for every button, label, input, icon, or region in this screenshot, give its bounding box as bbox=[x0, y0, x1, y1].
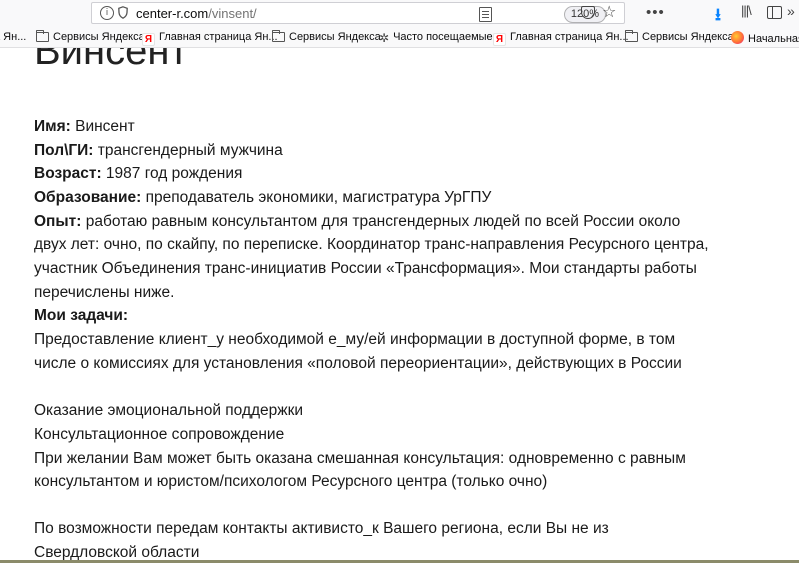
page-actions-icon[interactable]: ••• bbox=[646, 4, 665, 21]
bookmark-item[interactable]: Начальная bbox=[731, 31, 799, 45]
profile-gender: Пол\ГИ: трансгендерный мужчина bbox=[34, 139, 734, 163]
task-text: Предоставление клиент_у необходимой е_му… bbox=[34, 331, 676, 348]
firefox-icon bbox=[731, 31, 744, 44]
gender-value: трансгендерный мужчина bbox=[93, 142, 283, 159]
tasks-label: Мои задачи: bbox=[34, 307, 129, 324]
bookmark-label: Главная страница Ян... bbox=[159, 31, 278, 43]
bookmark-star-icon[interactable]: ☆ bbox=[602, 2, 616, 21]
education-value: преподаватель экономики, магистратура Ур… bbox=[141, 189, 492, 206]
bookmark-item[interactable]: Сервисы Яндекса bbox=[36, 30, 145, 43]
task-text: При желании Вам может быть оказана смеша… bbox=[34, 450, 686, 467]
bookmark-item[interactable]: Я Главная страница Ян... bbox=[493, 31, 629, 46]
bookmark-label: а Ян... bbox=[0, 31, 27, 43]
url-bar[interactable]: i center-r.com/vinsent/ 120% ••• bbox=[91, 2, 664, 24]
yandex-icon: Я bbox=[142, 33, 155, 46]
bookmark-label: Часто посещаемые bbox=[393, 31, 493, 43]
bookmark-item[interactable]: Сервисы Яндекса bbox=[625, 30, 734, 43]
nav-toolbar: i center-r.com/vinsent/ 120% ••• ☆ ⭳ |||… bbox=[0, 0, 799, 28]
name-label: Имя: bbox=[34, 118, 71, 135]
education-label: Образование: bbox=[34, 189, 142, 206]
task-text: Оказание эмоциональной поддержки bbox=[34, 402, 304, 419]
profile-name: Имя: Винсент bbox=[34, 115, 734, 139]
experience-text: работаю равным консультантом для трансге… bbox=[81, 213, 681, 230]
reader-view-icon[interactable] bbox=[479, 7, 492, 22]
folder-icon bbox=[272, 30, 285, 42]
sidebar-icon[interactable] bbox=[767, 6, 782, 19]
bookmark-item[interactable]: Сервисы Яндекса bbox=[272, 30, 381, 43]
name-value: Винсент bbox=[70, 118, 135, 135]
experience-text: участник Объединения транс-инициатив Рос… bbox=[34, 260, 697, 277]
experience-text: перечислены ниже. bbox=[34, 284, 175, 301]
url-host: center-r.com bbox=[136, 6, 209, 21]
profile-experience: Опыт: работаю равным консультантом для т… bbox=[34, 210, 734, 234]
folder-icon bbox=[625, 30, 638, 42]
bookmark-label: Сервисы Яндекса bbox=[289, 31, 381, 43]
gear-icon: ✲ bbox=[379, 31, 390, 45]
task-text: Консультационное сопровождение bbox=[34, 426, 285, 443]
tasks-heading: Мои задачи: bbox=[34, 304, 734, 328]
bookmarks-toolbar: а Ян... Сервисы Яндекса Я Главная страниц… bbox=[0, 28, 799, 48]
site-info-icon[interactable]: i bbox=[100, 6, 114, 20]
download-icon[interactable]: ⭳ bbox=[715, 2, 721, 24]
gender-label: Пол\ГИ: bbox=[34, 142, 94, 159]
experience-text: двух лет: очно, по скайпу, по переписке.… bbox=[34, 236, 709, 253]
folder-icon bbox=[36, 30, 49, 42]
task-text: По возможности передам контакты активист… bbox=[34, 520, 609, 537]
age-value: 1987 год рождения bbox=[101, 165, 243, 182]
url-text[interactable]: center-r.com/vinsent/ bbox=[136, 6, 257, 21]
bookmark-item[interactable]: Я Главная страница Ян... bbox=[142, 31, 278, 46]
overflow-menu-icon[interactable]: » bbox=[787, 3, 795, 19]
experience-label: Опыт: bbox=[34, 213, 82, 230]
url-path: /vinsent/ bbox=[208, 6, 257, 21]
task-text: консультантом и юристом/психологом Ресур… bbox=[34, 473, 548, 490]
tracking-shield-icon[interactable] bbox=[118, 6, 128, 19]
bookmark-label: Начальная bbox=[748, 33, 799, 45]
yandex-icon: Я bbox=[493, 33, 506, 46]
library-icon[interactable]: |||\ bbox=[741, 3, 752, 19]
profile-education: Образование: преподаватель экономики, ма… bbox=[34, 186, 734, 210]
bookmark-label: Сервисы Яндекса bbox=[53, 31, 145, 43]
profile-age: Возраст: 1987 год рождения bbox=[34, 162, 734, 186]
age-label: Возраст: bbox=[34, 165, 102, 182]
bookmark-item[interactable]: ✲ Часто посещаемые bbox=[379, 31, 493, 45]
bookmark-label: Сервисы Яндекса bbox=[642, 31, 734, 43]
bookmark-item[interactable]: а Ян... bbox=[0, 31, 26, 43]
bookmark-label: Главная страница Ян... bbox=[510, 31, 629, 43]
task-text: числе о комиссиях для установления «поло… bbox=[34, 355, 682, 372]
